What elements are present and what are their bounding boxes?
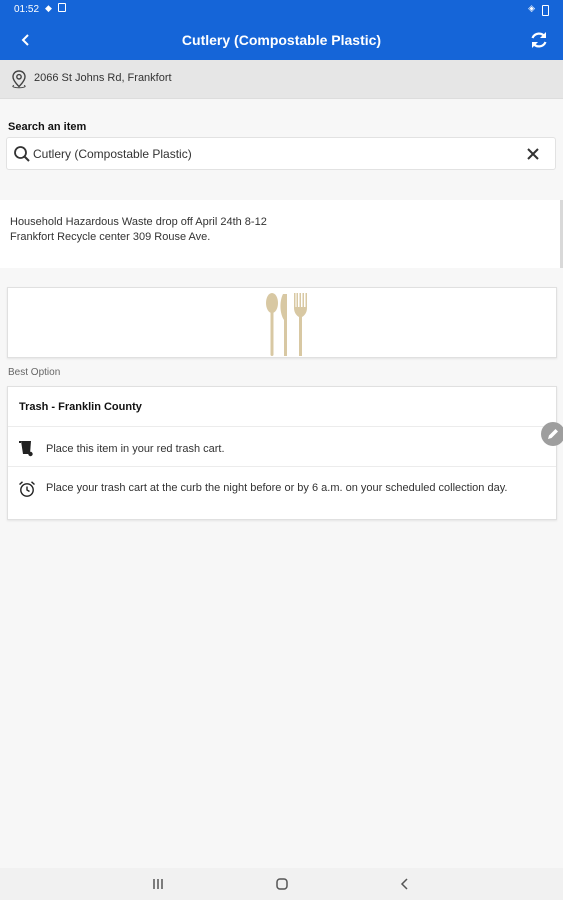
search-input[interactable] <box>33 144 513 164</box>
alarm-clock-icon <box>19 481 35 497</box>
battery-icon <box>542 5 549 16</box>
location-bar[interactable]: 2066 St Johns Rd, Frankfort <box>0 60 563 99</box>
notification-icon: ◆ <box>45 3 52 13</box>
status-time: 01:52 <box>14 4 40 15</box>
search-label: Search an item <box>8 121 87 133</box>
option-title: Trash - Franklin County <box>19 401 142 413</box>
cutlery-image <box>266 293 307 356</box>
clear-search-icon[interactable] <box>525 146 541 162</box>
announcement-banner: Household Hazardous Waste drop off April… <box>0 200 560 268</box>
system-navigation-bar <box>0 868 563 900</box>
location-address: 2066 St Johns Rd, Frankfort <box>34 72 172 84</box>
divider <box>8 426 556 427</box>
app-bar: Cutlery (Compostable Plastic) <box>0 20 563 60</box>
app-notification-icon <box>58 3 66 12</box>
page-title: Cutlery (Compostable Plastic) <box>181 32 382 48</box>
search-box <box>6 137 556 170</box>
instruction-text: Place this item in your red trash cart. <box>46 443 225 455</box>
location-pin-icon <box>12 70 26 89</box>
pencil-icon <box>548 429 558 439</box>
trash-cart-icon <box>19 441 33 457</box>
announcement-line-2: Frankfort Recycle center 309 Rouse Ave. <box>10 231 211 243</box>
edit-button[interactable] <box>541 422 563 446</box>
divider <box>8 466 556 467</box>
instruction-text: Place your trash cart at the curb the ni… <box>46 482 508 494</box>
announcement-line-1: Household Hazardous Waste drop off April… <box>10 216 267 228</box>
best-option-label: Best Option <box>8 367 61 378</box>
wifi-icon: ◈ <box>528 3 535 13</box>
home-icon[interactable] <box>274 876 290 892</box>
recent-apps-icon[interactable] <box>150 876 166 892</box>
disposal-option-card[interactable]: Trash - Franklin County Place this item … <box>7 386 557 520</box>
back-nav-icon[interactable] <box>397 876 413 892</box>
item-image-card <box>7 287 557 358</box>
status-bar: 01:52 ◆ ◈ <box>0 0 563 20</box>
search-icon <box>14 146 30 162</box>
refresh-icon[interactable] <box>527 28 551 52</box>
